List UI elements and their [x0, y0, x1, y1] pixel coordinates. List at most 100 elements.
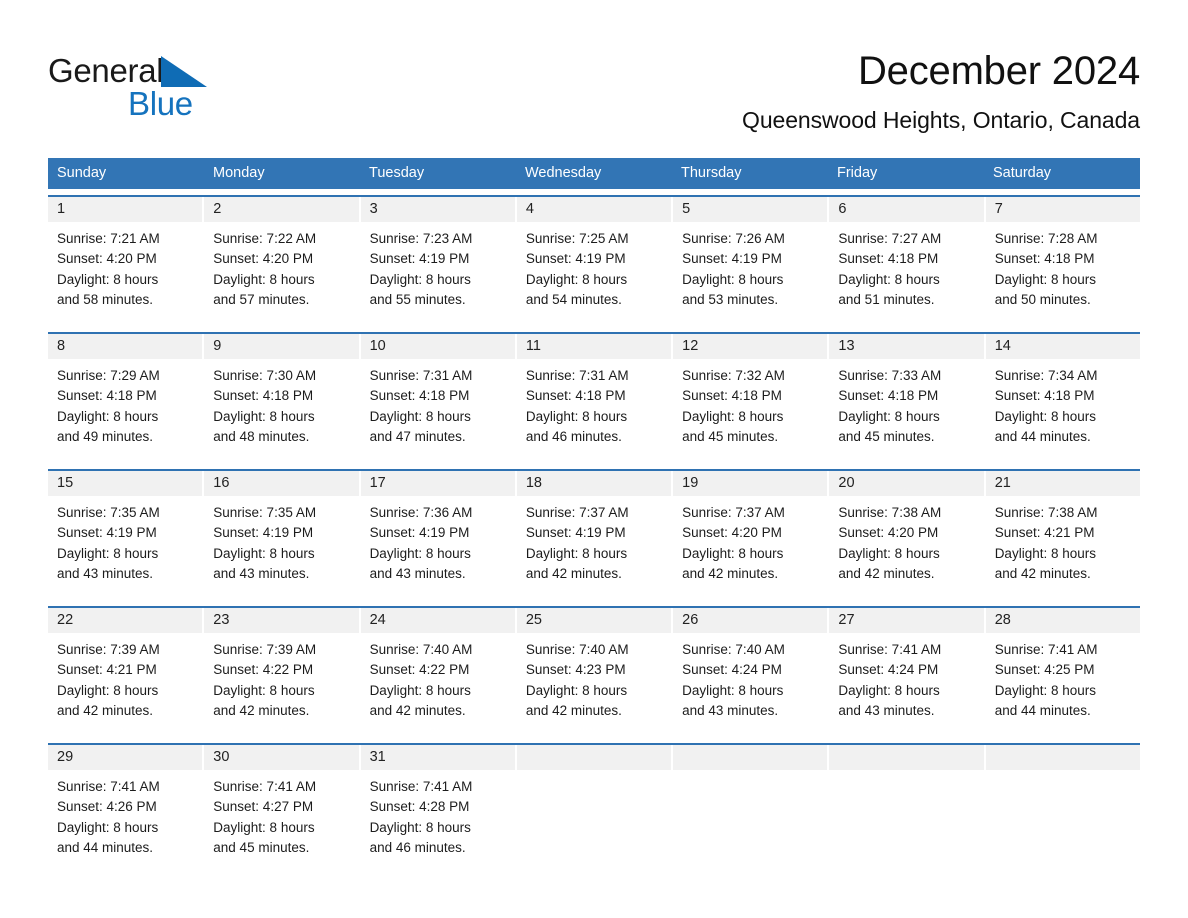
sunset-text: Sunset: 4:19 PM	[525, 251, 626, 267]
day-number[interactable]: 9	[204, 334, 359, 359]
sunset-text: Sunset: 4:20 PM	[57, 251, 157, 267]
day-cell[interactable]: Sunrise: 7:31 AM Sunset: 4:18 PM Dayligh…	[517, 366, 671, 463]
day-number[interactable]: 26	[673, 608, 828, 633]
day-cell[interactable]: Sunrise: 7:34 AM Sunset: 4:18 PM Dayligh…	[986, 366, 1140, 463]
day-number[interactable]: 6	[829, 197, 984, 222]
daylight-text-line2: and 45 minutes.	[213, 839, 310, 855]
day-cell[interactable]: Sunrise: 7:21 AM Sunset: 4:20 PM Dayligh…	[48, 229, 202, 326]
week-day-number-band: 8 9 10 11 12 13 14	[48, 334, 1140, 359]
day-number[interactable]: 30	[204, 745, 359, 770]
day-cell[interactable]: Sunrise: 7:39 AM Sunset: 4:21 PM Dayligh…	[48, 640, 202, 737]
day-cell[interactable]: Sunrise: 7:35 AM Sunset: 4:19 PM Dayligh…	[204, 503, 358, 600]
daylight-text-line2: and 51 minutes.	[838, 291, 935, 307]
day-number[interactable]: 18	[516, 471, 672, 496]
calendar-week-row: 22 23 24 25 26 27 28 Sunrise: 7:39 AM Su…	[48, 606, 1140, 737]
day-number[interactable]: 19	[673, 471, 828, 496]
week-detail-band: Sunrise: 7:21 AM Sunset: 4:20 PM Dayligh…	[48, 222, 1140, 326]
sunset-text: Sunset: 4:18 PM	[838, 251, 939, 267]
day-cell[interactable]: Sunrise: 7:30 AM Sunset: 4:18 PM Dayligh…	[204, 366, 358, 463]
logo-top-row: General	[48, 52, 318, 88]
day-cell[interactable]: Sunrise: 7:38 AM Sunset: 4:20 PM Dayligh…	[829, 503, 983, 600]
daylight-text-line1: Daylight: 8 hours	[838, 545, 940, 561]
day-number[interactable]: 28	[985, 608, 1140, 633]
day-cell[interactable]: Sunrise: 7:25 AM Sunset: 4:19 PM Dayligh…	[517, 229, 671, 326]
day-number[interactable]: 4	[516, 197, 672, 222]
daylight-text-line1: Daylight: 8 hours	[525, 408, 628, 424]
day-number[interactable]: 29	[48, 745, 203, 770]
day-cell[interactable]: Sunrise: 7:41 AM Sunset: 4:25 PM Dayligh…	[986, 640, 1140, 737]
day-cell[interactable]: Sunrise: 7:39 AM Sunset: 4:22 PM Dayligh…	[204, 640, 358, 737]
day-cell[interactable]: Sunrise: 7:27 AM Sunset: 4:18 PM Dayligh…	[829, 229, 983, 326]
sunset-text: Sunset: 4:21 PM	[57, 662, 157, 678]
day-cell[interactable]: Sunrise: 7:22 AM Sunset: 4:20 PM Dayligh…	[204, 229, 358, 326]
daylight-text-line1: Daylight: 8 hours	[838, 408, 940, 424]
day-number[interactable]: 5	[673, 197, 828, 222]
day-cell[interactable]: Sunrise: 7:29 AM Sunset: 4:18 PM Dayligh…	[48, 366, 202, 463]
day-cell[interactable]: Sunrise: 7:41 AM Sunset: 4:24 PM Dayligh…	[829, 640, 983, 737]
day-number[interactable]: 22	[48, 608, 203, 633]
daylight-text-line2: and 42 minutes.	[838, 565, 935, 581]
week-day-number-band: 15 16 17 18 19 20 21	[48, 471, 1140, 496]
week-day-number-band: 1 2 3 4 5 6 7	[48, 197, 1140, 222]
day-number[interactable]: 27	[829, 608, 984, 633]
day-cell[interactable]: Sunrise: 7:40 AM Sunset: 4:24 PM Dayligh…	[673, 640, 827, 737]
day-number[interactable]: 25	[516, 608, 672, 633]
day-cell[interactable]: Sunrise: 7:26 AM Sunset: 4:19 PM Dayligh…	[673, 229, 827, 326]
day-number[interactable]: 10	[360, 334, 515, 359]
day-cell[interactable]: Sunrise: 7:33 AM Sunset: 4:18 PM Dayligh…	[829, 366, 983, 463]
day-number[interactable]: 12	[673, 334, 828, 359]
daylight-text-line2: and 42 minutes.	[994, 565, 1091, 581]
day-cell[interactable]: Sunrise: 7:31 AM Sunset: 4:18 PM Dayligh…	[361, 366, 515, 463]
day-cell[interactable]: Sunrise: 7:41 AM Sunset: 4:28 PM Dayligh…	[361, 777, 515, 874]
sunrise-text: Sunrise: 7:35 AM	[57, 505, 160, 520]
day-cell[interactable]: Sunrise: 7:32 AM Sunset: 4:18 PM Dayligh…	[673, 366, 827, 463]
day-number[interactable]: 17	[360, 471, 515, 496]
day-number[interactable]: 16	[204, 471, 359, 496]
day-number[interactable]: 2	[204, 197, 359, 222]
day-cell[interactable]: Sunrise: 7:40 AM Sunset: 4:22 PM Dayligh…	[361, 640, 515, 737]
day-number-empty	[673, 745, 828, 770]
day-cell[interactable]: Sunrise: 7:23 AM Sunset: 4:19 PM Dayligh…	[361, 229, 515, 326]
daylight-text-line2: and 43 minutes.	[838, 702, 935, 718]
day-cell[interactable]: Sunrise: 7:41 AM Sunset: 4:26 PM Dayligh…	[48, 777, 202, 874]
day-cell[interactable]: Sunrise: 7:36 AM Sunset: 4:19 PM Dayligh…	[361, 503, 515, 600]
day-number[interactable]: 13	[829, 334, 984, 359]
daylight-text-line2: and 42 minutes.	[369, 702, 466, 718]
day-number[interactable]: 15	[48, 471, 203, 496]
dow-header-saturday: Saturday	[993, 165, 1052, 181]
daylight-text-line2: and 43 minutes.	[369, 565, 466, 581]
day-number[interactable]: 7	[985, 197, 1140, 222]
day-number[interactable]: 23	[204, 608, 359, 633]
day-number[interactable]: 20	[829, 471, 984, 496]
day-cell[interactable]: Sunrise: 7:37 AM Sunset: 4:19 PM Dayligh…	[517, 503, 671, 600]
day-cell[interactable]: Sunrise: 7:38 AM Sunset: 4:21 PM Dayligh…	[986, 503, 1140, 600]
day-number[interactable]: 14	[985, 334, 1140, 359]
sunset-text: Sunset: 4:20 PM	[682, 525, 782, 541]
sunrise-text: Sunrise: 7:41 AM	[994, 642, 1098, 657]
day-cell-empty	[829, 777, 983, 874]
day-cell[interactable]: Sunrise: 7:40 AM Sunset: 4:23 PM Dayligh…	[517, 640, 671, 737]
sunset-text: Sunset: 4:19 PM	[213, 525, 314, 541]
day-number[interactable]: 24	[360, 608, 515, 633]
day-number[interactable]: 1	[48, 197, 203, 222]
calendar-grid: Sunday Monday Tuesday Wednesday Thursday…	[48, 158, 1140, 874]
day-number[interactable]: 31	[360, 745, 515, 770]
sunrise-text: Sunrise: 7:37 AM	[682, 505, 785, 520]
day-number[interactable]: 11	[516, 334, 672, 359]
day-number[interactable]: 21	[985, 471, 1140, 496]
logo-triangle-icon	[161, 56, 208, 87]
daylight-text-line1: Daylight: 8 hours	[369, 682, 471, 698]
week-day-number-band: 22 23 24 25 26 27 28	[48, 608, 1140, 633]
day-number[interactable]: 8	[48, 334, 203, 359]
dow-header-sunday: Sunday	[57, 165, 107, 181]
day-cell[interactable]: Sunrise: 7:35 AM Sunset: 4:19 PM Dayligh…	[48, 503, 202, 600]
day-cell[interactable]: Sunrise: 7:37 AM Sunset: 4:20 PM Dayligh…	[673, 503, 827, 600]
day-number[interactable]: 3	[360, 197, 515, 222]
daylight-text-line1: Daylight: 8 hours	[57, 271, 159, 287]
day-cell[interactable]: Sunrise: 7:28 AM Sunset: 4:18 PM Dayligh…	[986, 229, 1140, 326]
sunrise-text: Sunrise: 7:41 AM	[57, 779, 160, 794]
daylight-text-line1: Daylight: 8 hours	[213, 271, 315, 287]
daylight-text-line1: Daylight: 8 hours	[994, 545, 1096, 561]
sunset-text: Sunset: 4:22 PM	[213, 662, 314, 678]
day-cell[interactable]: Sunrise: 7:41 AM Sunset: 4:27 PM Dayligh…	[204, 777, 358, 874]
